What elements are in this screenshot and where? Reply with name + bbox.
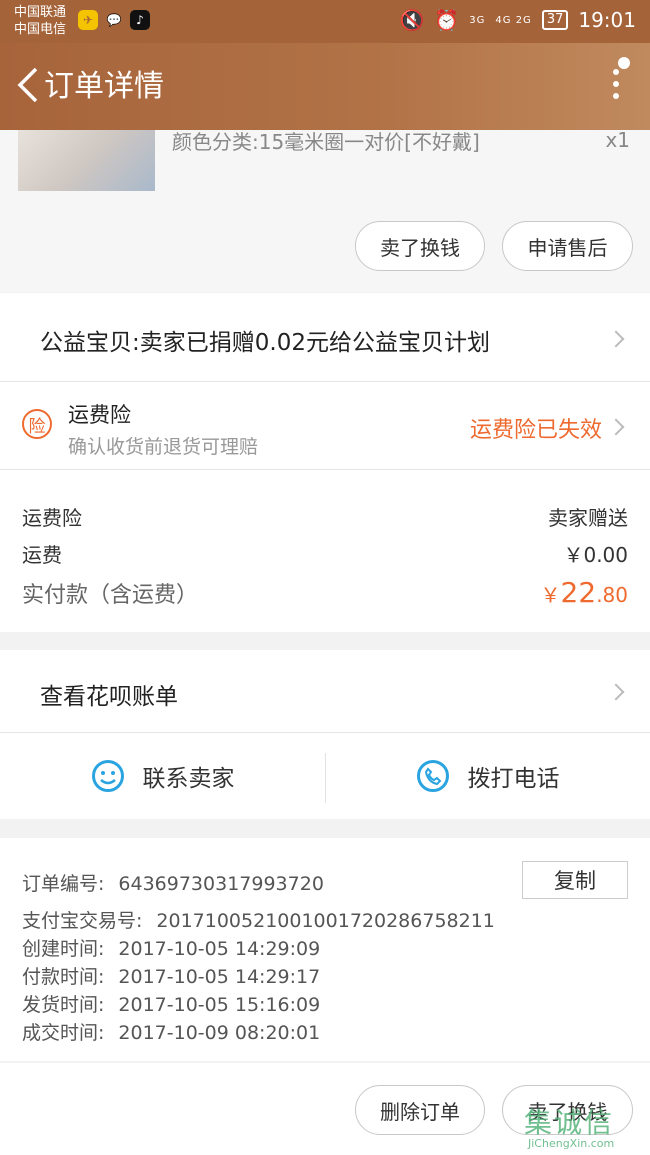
completed-time-row: 成交时间: 2017-10-09 08:20:01 — [22, 1018, 320, 1045]
fee-summary: 运费险 卖家赠送 运费 ￥0.00 实付款（含运费） ￥22.80 — [0, 470, 650, 632]
chevron-right-icon — [607, 418, 625, 436]
after-sales-button[interactable]: 申请售后 — [502, 221, 633, 271]
back-arrow-icon[interactable] — [12, 65, 46, 105]
unread-dot — [618, 57, 630, 69]
delete-order-button[interactable]: 删除订单 — [355, 1085, 485, 1135]
product-card: 颜色分类:15毫米圈一对价[不好戴] x1 卖了换钱 申请售后 — [0, 128, 650, 292]
info-label: 订单编号: — [22, 873, 105, 895]
alipay-trade-row: 支付宝交易号: 2017100521001001720286758211 — [22, 906, 495, 933]
chevron-right-icon — [607, 683, 625, 701]
paid-integer: 22 — [560, 576, 597, 609]
carrier-info: 中国联通 中国电信 — [14, 4, 66, 38]
contact-seller-button[interactable]: 联系卖家 — [0, 733, 325, 819]
fee-row: 运费险 卖家赠送 — [22, 502, 628, 531]
copy-order-number-button[interactable]: 复制 — [522, 861, 628, 899]
notification-app-icon: ✈ — [78, 10, 98, 30]
shipping-insurance-row[interactable]: 险 运费险 确认收货前退货可理赔 运费险已失效 — [0, 382, 650, 470]
alarm-icon: ⏰ — [434, 8, 460, 32]
insurance-title: 运费险 — [68, 403, 131, 427]
info-label: 付款时间: — [22, 966, 105, 988]
chat-face-icon — [91, 760, 124, 792]
shipped-time-row: 发货时间: 2017-10-05 15:16:09 — [22, 990, 320, 1017]
info-label: 支付宝交易号: — [22, 910, 143, 932]
contact-bar: 联系卖家 拨打电话 — [0, 733, 650, 819]
mute-icon: 🔇 — [399, 8, 425, 32]
carrier-1: 中国联通 — [14, 5, 67, 20]
info-label: 发货时间: — [22, 994, 105, 1016]
order-info: 复制 订单编号: 64369730317993720 支付宝交易号: 2017100… — [0, 838, 650, 1061]
call-phone-label: 拨打电话 — [467, 766, 560, 792]
paid-label: 实付款（含运费） — [22, 583, 199, 608]
charity-text: 公益宝贝:卖家已捐赠0.02元给公益宝贝计划 — [40, 330, 490, 356]
carrier-2: 中国电信 — [14, 22, 67, 37]
product-sku: 颜色分类:15毫米圈一对价[不好戴] — [172, 130, 480, 154]
insurance-icon: 险 — [22, 409, 52, 439]
status-bar: 中国联通 中国电信 ✈ 💬 ♪ 🔇 ⏰ 3G 4G 2G 37 19:01 — [0, 0, 650, 43]
info-value: 2017-10-05 14:29:17 — [118, 966, 321, 988]
message-bubble-icon: 💬 — [106, 13, 122, 27]
paid-decimal: .80 — [596, 583, 628, 607]
fee-value: ￥0.00 — [563, 543, 628, 567]
call-phone-button[interactable]: 拨打电话 — [325, 733, 650, 819]
app-bar: 订单详情 — [0, 43, 650, 130]
bottom-action-bar: 删除订单 卖了换钱 集诚信 JiChengXin.com — [0, 1063, 650, 1155]
order-number-row: 订单编号: 64369730317993720 — [22, 869, 324, 896]
info-label: 成交时间: — [22, 1022, 105, 1044]
insurance-status: 运费险已失效 — [469, 418, 602, 443]
fee-row: 运费 ￥0.00 — [22, 539, 628, 568]
signal-icon-2: 4G 2G — [495, 14, 532, 26]
insurance-subtitle: 确认收货前退货可理赔 — [68, 436, 259, 458]
info-value: 2017-10-05 14:29:09 — [118, 938, 321, 960]
chevron-right-icon — [607, 330, 625, 348]
info-label: 创建时间: — [22, 938, 105, 960]
paid-row: 实付款（含运费） ￥22.80 — [22, 576, 628, 609]
watermark-cn: 集诚信 — [524, 1106, 615, 1139]
clock: 19:01 — [578, 8, 636, 32]
paid-currency: ￥ — [540, 583, 561, 607]
info-value: 2017-10-09 08:20:01 — [118, 1022, 321, 1044]
phone-icon — [416, 760, 449, 792]
sell-for-cash-button[interactable]: 卖了换钱 — [355, 221, 485, 271]
charity-row[interactable]: 公益宝贝:卖家已捐赠0.02元给公益宝贝计划 — [0, 293, 650, 382]
huabei-bill-text: 查看花呗账单 — [40, 684, 178, 710]
page-title: 订单详情 — [44, 69, 164, 104]
info-value: 2017100521001001720286758211 — [156, 910, 495, 932]
huabei-bill-row[interactable]: 查看花呗账单 — [0, 650, 650, 733]
created-time-row: 创建时间: 2017-10-05 14:29:09 — [22, 934, 320, 961]
fee-value: 卖家赠送 — [548, 506, 628, 530]
info-value: 2017-10-05 15:16:09 — [118, 994, 321, 1016]
fee-label: 运费 — [22, 543, 62, 567]
product-quantity: x1 — [605, 128, 630, 152]
watermark-logo: 集诚信 JiChengXin.com — [524, 1101, 644, 1153]
watermark-en: JiChengXin.com — [528, 1137, 615, 1150]
paid-time-row: 付款时间: 2017-10-05 14:29:17 — [22, 962, 320, 989]
paid-amount: ￥22.80 — [541, 576, 628, 609]
contact-seller-label: 联系卖家 — [142, 766, 235, 792]
more-menu-icon[interactable] — [606, 57, 630, 109]
fee-label: 运费险 — [22, 506, 82, 530]
signal-icon-1: 3G — [469, 14, 486, 26]
battery-icon: 37 — [541, 10, 569, 30]
product-thumbnail[interactable] — [18, 130, 155, 191]
status-right: 🔇 ⏰ 3G 4G 2G 37 19:01 — [399, 8, 636, 32]
notification-icons: ✈ 💬 ♪ — [78, 10, 150, 30]
music-app-icon: ♪ — [130, 10, 150, 30]
info-value: 64369730317993720 — [118, 873, 324, 895]
